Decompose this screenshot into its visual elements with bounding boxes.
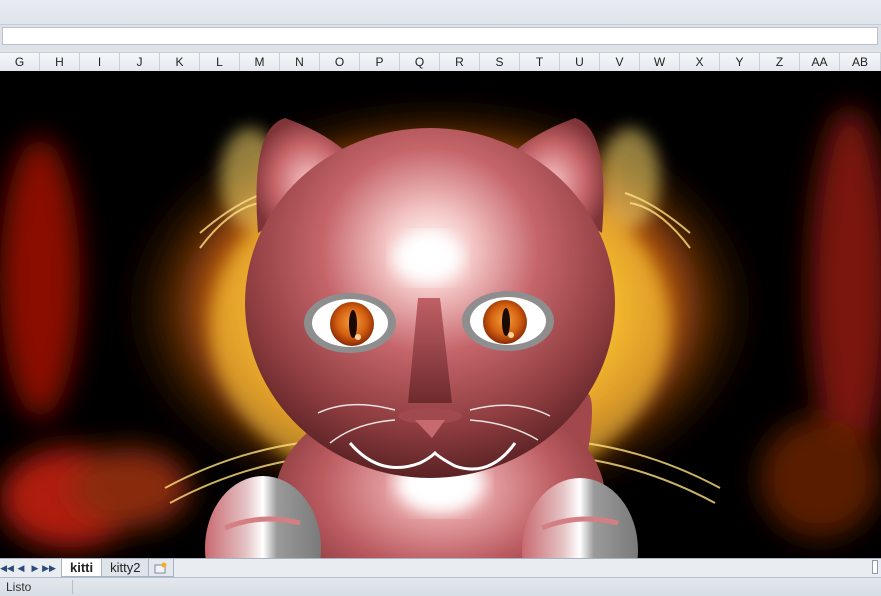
- column-header-x[interactable]: X: [680, 53, 720, 71]
- last-sheet-icon[interactable]: ▶▶: [42, 560, 56, 576]
- status-divider: [72, 580, 73, 594]
- first-sheet-icon[interactable]: ◀◀: [0, 560, 14, 576]
- formula-input[interactable]: [2, 27, 878, 45]
- sheet-tab-kitti[interactable]: kitti: [61, 559, 103, 577]
- next-sheet-icon[interactable]: ▶: [28, 560, 42, 576]
- column-header-q[interactable]: Q: [400, 53, 440, 71]
- column-header-i[interactable]: I: [80, 53, 120, 71]
- column-header-g[interactable]: G: [0, 53, 40, 71]
- column-header-u[interactable]: U: [560, 53, 600, 71]
- status-bar: Listo: [0, 577, 881, 596]
- column-header-l[interactable]: L: [200, 53, 240, 71]
- horizontal-scroll-split-handle[interactable]: [872, 560, 878, 574]
- column-header-w[interactable]: W: [640, 53, 680, 71]
- column-header-j[interactable]: J: [120, 53, 160, 71]
- column-header-o[interactable]: O: [320, 53, 360, 71]
- column-header-h[interactable]: H: [40, 53, 80, 71]
- column-header-p[interactable]: P: [360, 53, 400, 71]
- column-header-ab[interactable]: AB: [840, 53, 881, 71]
- worksheet-area[interactable]: [0, 71, 881, 558]
- status-ready-text: Listo: [6, 580, 32, 594]
- column-header-v[interactable]: V: [600, 53, 640, 71]
- column-header-row: G H I J K L M N O P Q R S T U V W X Y Z AA AB: [0, 52, 881, 72]
- sheet-tab-kitty2[interactable]: kitty2: [101, 559, 150, 577]
- column-header-m[interactable]: M: [240, 53, 280, 71]
- ribbon-strip: [0, 0, 881, 25]
- column-header-t[interactable]: T: [520, 53, 560, 71]
- column-header-aa[interactable]: AA: [800, 53, 840, 71]
- prev-sheet-icon[interactable]: ◀: [14, 560, 28, 576]
- insert-sheet-icon[interactable]: [148, 559, 175, 577]
- sheet-tabs-bar: ◀◀ ◀ ▶ ▶▶ kitti kitty2: [0, 558, 881, 577]
- cat-artwork: [0, 71, 881, 558]
- column-header-n[interactable]: N: [280, 53, 320, 71]
- column-header-s[interactable]: S: [480, 53, 520, 71]
- column-header-r[interactable]: R: [440, 53, 480, 71]
- column-header-k[interactable]: K: [160, 53, 200, 71]
- column-header-z[interactable]: Z: [760, 53, 800, 71]
- column-header-y[interactable]: Y: [720, 53, 760, 71]
